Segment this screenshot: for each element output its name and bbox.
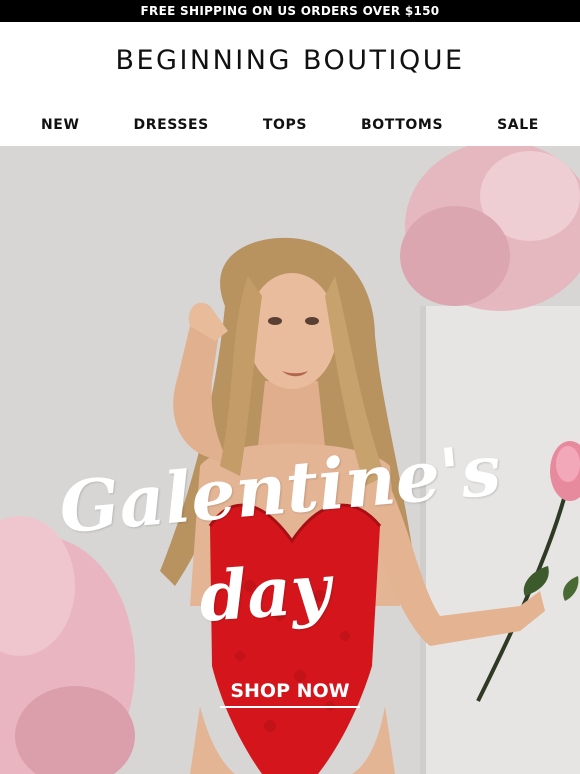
headline-line-2: day [196, 548, 334, 638]
nav-item-bottoms[interactable]: BOTTOMS [361, 117, 443, 133]
nav-item-tops[interactable]: TOPS [263, 117, 307, 133]
hero-banner[interactable]: Galentine's day SHOP NOW [0, 146, 580, 774]
nav-item-dresses[interactable]: DRESSES [134, 117, 209, 133]
main-nav: NEW DRESSES TOPS BOTTOMS SALE [0, 110, 580, 140]
nav-item-new[interactable]: NEW [41, 117, 80, 133]
brand-logo[interactable]: BEGINNING BOUTIQUE [0, 40, 580, 80]
promo-banner: FREE SHIPPING ON US ORDERS OVER $150 [0, 0, 580, 22]
logo-text: BEGINNING BOUTIQUE [115, 44, 465, 76]
nav-item-sale[interactable]: SALE [497, 117, 539, 133]
shop-now-button[interactable]: SHOP NOW [220, 678, 360, 708]
promo-text: FREE SHIPPING ON US ORDERS OVER $150 [140, 4, 440, 18]
